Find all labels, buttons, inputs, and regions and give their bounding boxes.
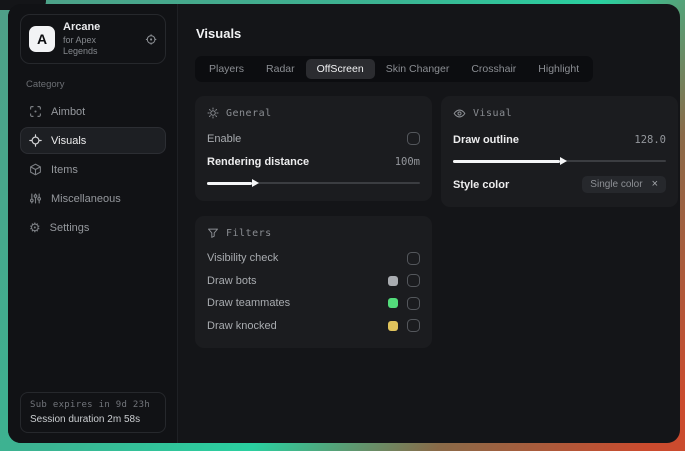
sidebar-item-label: Miscellaneous: [51, 192, 121, 205]
sidebar-item-label: Items: [51, 163, 78, 176]
rendering-distance-slider[interactable]: [207, 177, 420, 189]
sidebar-item-items[interactable]: Items: [20, 156, 166, 183]
style-color-value: Single color: [590, 179, 643, 190]
misc-sliders-icon: [29, 193, 42, 204]
app-title-block: Arcane for Apex Legends: [63, 21, 129, 57]
page-title: Visuals: [196, 26, 242, 41]
app-name: Arcane: [63, 21, 101, 33]
draw-knocked-label: Draw knocked: [207, 319, 277, 332]
draw-knocked-checkbox[interactable]: [407, 319, 420, 333]
draw-outline-slider[interactable]: [453, 155, 666, 167]
tab-radar[interactable]: Radar: [255, 59, 306, 79]
sidebar: A Arcane for Apex Legends Category Aimbo…: [8, 4, 178, 443]
style-color-label: Style color: [453, 178, 510, 191]
tab-players[interactable]: Players: [198, 59, 255, 79]
sidebar-item-miscellaneous[interactable]: Miscellaneous: [20, 185, 166, 212]
draw-teammates-row: Draw teammates: [207, 293, 420, 314]
filters-card: Filters Visibility check Draw bots Draw …: [195, 216, 432, 348]
session-duration-text: Session duration 2m 58s: [30, 414, 141, 425]
sub-expiry-text: Sub expires in 9d 23h: [30, 400, 151, 410]
app-subtitle: for Apex Legends: [63, 34, 98, 56]
tab-skin-changer[interactable]: Skin Changer: [375, 59, 461, 79]
tab-offscreen[interactable]: OffScreen: [305, 59, 375, 79]
draw-outline-label: Draw outline: [453, 133, 520, 146]
sidebar-item-label: Settings: [49, 221, 90, 234]
draw-knocked-color-swatch[interactable]: [388, 320, 398, 331]
filters-card-header: Filters: [207, 227, 420, 239]
rendering-distance-value: 100m: [394, 155, 420, 168]
draw-teammates-label: Draw teammates: [207, 297, 291, 310]
app-logo: A: [29, 26, 55, 53]
enable-row: Enable: [207, 128, 420, 149]
category-label: Category: [26, 79, 65, 91]
visibility-check-row: Visibility check: [207, 248, 420, 269]
style-color-row: Style color Single color ×: [453, 174, 666, 195]
sidebar-item-settings[interactable]: ⚙ Settings: [20, 214, 166, 241]
visual-card-header: Visual: [453, 107, 666, 120]
sidebar-header: A Arcane for Apex Legends: [20, 14, 166, 65]
visuals-tabbar: Players Radar OffScreen Skin Changer Cro…: [195, 56, 594, 82]
settings-gear-icon: ⚙: [29, 220, 41, 236]
draw-bots-checkbox[interactable]: [407, 274, 420, 288]
sun-icon: [207, 107, 219, 119]
draw-teammates-color-swatch[interactable]: [388, 298, 398, 309]
draw-outline-value: 128.0: [634, 133, 666, 146]
app-window: A Arcane for Apex Legends Category Aimbo…: [8, 4, 680, 443]
visual-card: Visual Draw outline 128.0 Style color Si…: [441, 96, 678, 207]
items-box-icon: [30, 163, 41, 176]
style-color-select[interactable]: Single color ×: [582, 176, 666, 193]
slider-fill: [207, 181, 252, 185]
visuals-focus-icon: [29, 134, 42, 148]
section-title: Filters: [226, 227, 272, 239]
target-icon[interactable]: [145, 33, 157, 46]
funnel-icon: [208, 228, 218, 238]
tab-highlight[interactable]: Highlight: [527, 59, 590, 79]
sidebar-item-aimbot[interactable]: Aimbot: [20, 98, 166, 125]
sidebar-item-label: Aimbot: [51, 105, 86, 118]
draw-outline-row: Draw outline 128.0: [453, 129, 666, 150]
draw-knocked-row: Draw knocked: [207, 316, 420, 337]
draw-bots-label: Draw bots: [207, 274, 257, 287]
draw-bots-color-swatch[interactable]: [388, 275, 398, 286]
draw-teammates-checkbox[interactable]: [407, 296, 420, 310]
rendering-distance-label: Rendering distance: [207, 155, 310, 168]
tab-crosshair[interactable]: Crosshair: [460, 59, 527, 79]
visibility-check-label: Visibility check: [207, 252, 279, 265]
enable-checkbox[interactable]: [407, 132, 420, 145]
aimbot-scan-icon: [30, 106, 41, 118]
section-title: Visual: [473, 108, 513, 119]
general-card-header: General: [207, 107, 420, 119]
sidebar-item-label: Visuals: [51, 134, 87, 147]
general-card: General Enable Rendering distance 100m: [195, 96, 432, 201]
eye-icon: [453, 109, 466, 118]
section-title: General: [226, 107, 272, 119]
enable-label: Enable: [207, 132, 242, 145]
main-panel: Visuals Players Radar OffScreen Skin Cha…: [178, 4, 680, 443]
slider-fill: [453, 159, 560, 163]
sidebar-item-visuals[interactable]: Visuals: [20, 127, 166, 155]
rendering-distance-row: Rendering distance 100m: [207, 151, 420, 172]
draw-bots-row: Draw bots: [207, 271, 420, 292]
clear-icon[interactable]: ×: [652, 179, 658, 190]
visibility-check-checkbox[interactable]: [407, 251, 420, 265]
subscription-info-box: Sub expires in 9d 23h Session duration 2…: [20, 392, 166, 433]
